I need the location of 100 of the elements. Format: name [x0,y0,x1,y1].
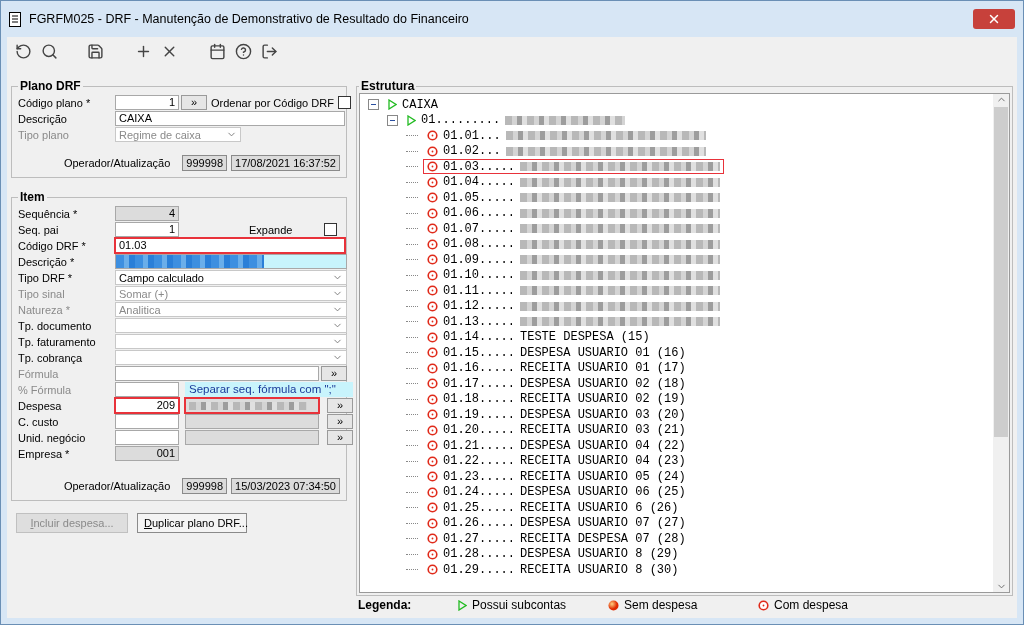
item-code: 01.15..... [443,345,515,360]
item-label: TESTE DESPESA (15) [520,330,650,345]
close-button[interactable] [973,9,1015,29]
tree-item[interactable]: 01.18..... RECEITA USUARIO 02 (19) [423,391,690,407]
tree-item[interactable]: 01.09..... [423,252,724,268]
item-code: 01.19..... [443,407,515,422]
tree-item[interactable]: CAIXA [384,97,442,113]
circle-icon [427,471,438,483]
tree-item[interactable]: 01.13..... [423,314,724,330]
tree-item[interactable]: 01.29..... RECEITA USUARIO 8 (30) [423,562,683,578]
search-icon[interactable] [39,41,59,61]
tree-item[interactable]: 01.22..... RECEITA USUARIO 04 (23) [423,453,690,469]
triangle-icon [407,114,416,126]
item-code: 01.29..... [443,562,515,577]
field-label: Empresa * [18,447,71,460]
exit-icon[interactable] [259,41,279,61]
number-field[interactable]: 1 [115,222,179,237]
tree-item[interactable]: 01.23..... RECEITA USUARIO 05 (24) [423,469,690,485]
tree-item[interactable]: 01.15..... DESPESA USUARIO 01 (16) [423,345,690,361]
dot-icon [608,599,619,611]
field-label: Tp. faturamento [18,335,97,348]
text-field[interactable]: CAIXA [115,111,345,126]
tree-item[interactable]: 01.08..... [423,236,724,252]
tree-item[interactable]: 01.02... [423,143,710,159]
item-code: 01.22..... [443,454,515,469]
dropdown[interactable]: Regime de caixa [115,127,241,142]
tree-item[interactable]: 01......... [403,112,630,128]
item-code: 01.25..... [443,500,515,515]
tree-item[interactable]: 01.11..... [423,283,724,299]
number-field[interactable]: 4 [115,206,179,221]
lookup-button[interactable]: » [327,398,353,413]
collapse-toggle[interactable] [387,114,398,126]
code-field[interactable]: 209 [115,398,179,413]
circle-icon [427,223,438,235]
selected-text-field[interactable] [115,254,347,269]
circle-icon [427,409,438,421]
dropdown[interactable]: Campo calculado [115,270,347,285]
item-code: 01.06..... [443,206,515,221]
item-label: DESPESA USUARIO 01 (16) [520,345,686,360]
lookup-button[interactable]: » [327,430,353,445]
item-code: 01.16..... [443,361,515,376]
tree-item[interactable]: 01.21..... DESPESA USUARIO 04 (22) [423,438,690,454]
circle-icon [427,486,438,498]
tree-item[interactable]: 01.03..... [423,159,724,175]
tree-item[interactable]: 01.16..... RECEITA USUARIO 01 (17) [423,360,690,376]
tree-item[interactable]: 01.27..... RECEITA DESPESA 07 (28) [423,531,690,547]
tree-item[interactable]: 01.05..... [423,190,724,206]
tree-item[interactable]: 01.26..... DESPESA USUARIO 07 (27) [423,515,690,531]
field-label: % Fórmula [18,383,73,396]
circle-icon [427,285,438,297]
circle-icon [427,347,438,359]
collapse-toggle[interactable] [368,99,379,111]
circle-icon [427,455,438,467]
lookup-button[interactable]: » [181,95,207,110]
tree-item[interactable]: 01.17..... DESPESA USUARIO 02 (18) [423,376,690,392]
triangle-icon [388,99,397,111]
timestamp-field: 15/03/2023 07:34:50 [231,478,340,494]
circle-icon [427,378,438,390]
field-label: Fórmula [18,367,60,380]
tree-item[interactable]: 01.24..... DESPESA USUARIO 06 (25) [423,484,690,500]
tree-item[interactable]: 01.28..... DESPESA USUARIO 8 (29) [423,546,683,562]
tree-item[interactable]: 01.10..... [423,267,724,283]
field-label: Operador/Atualização [63,157,171,169]
item-code: 01.01... [443,128,501,143]
circle-icon [427,517,438,529]
code-field[interactable] [115,414,179,429]
circle-icon [427,362,438,374]
help-icon[interactable] [233,41,253,61]
tree-item[interactable]: 01.14..... TESTE DESPESA (15) [423,329,654,345]
tree-item[interactable]: 01.06..... [423,205,724,221]
item-code: 01.05..... [443,190,515,205]
tree-item[interactable]: 01.04..... [423,174,724,190]
number-field[interactable]: 1 [115,95,179,110]
circle-icon [427,393,438,405]
field-label: Natureza * [18,303,71,316]
number-field[interactable]: 001 [115,446,179,461]
item-label: RECEITA DESPESA 07 (28) [520,531,686,546]
field-label: Descrição [18,112,68,125]
tree-item[interactable]: 01.12..... [423,298,724,314]
undo-icon[interactable] [13,41,33,61]
dropdown-value: Somar (+) [119,287,169,300]
tree-item[interactable]: 01.07..... [423,221,724,237]
tree-item[interactable]: 01.01... [423,128,710,144]
text-field[interactable]: 01.03 [115,238,345,253]
tree-item[interactable]: 01.20..... RECEITA USUARIO 03 (21) [423,422,690,438]
action-button[interactable]: Duplicar plano DRF... [137,513,247,533]
expand-checkbox[interactable] [324,223,337,236]
code-field[interactable] [115,430,179,445]
save-icon[interactable] [85,41,105,61]
calendar-icon[interactable] [207,41,227,61]
item-code: 01.20..... [443,423,515,438]
hint-text: Separar seq. fórmula com ";" [185,382,353,397]
tree-item[interactable]: 01.19..... DESPESA USUARIO 03 (20) [423,407,690,423]
tree-item[interactable]: 01.25..... RECEITA USUARIO 6 (26) [423,500,683,516]
order-checkbox[interactable] [337,96,351,109]
item-code: 01.17..... [443,376,515,391]
lookup-button[interactable]: » [327,414,353,429]
document-icon [9,11,21,27]
item-code: 01.12..... [443,299,515,314]
field-label: Unid. negócio [18,431,87,444]
